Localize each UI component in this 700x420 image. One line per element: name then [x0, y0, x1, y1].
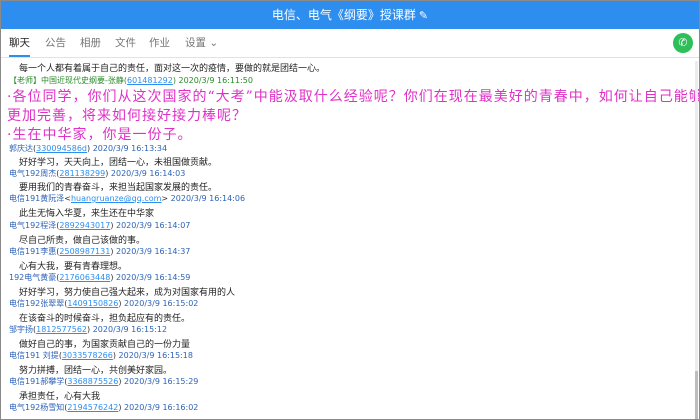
tab-chat[interactable]: 聊天: [9, 29, 30, 57]
sender-qq-link[interactable]: 2176063448: [59, 273, 110, 282]
message-text: 承担责任，心有大我: [19, 392, 101, 402]
message-text: 做好自己的事，为国家贡献自己的一份力量: [19, 340, 191, 350]
message-header: 电气192杨雪知(2194576242) 2020/3/9 16:16:02: [9, 403, 199, 412]
sender-qq-link[interactable]: 2892943017: [59, 221, 110, 230]
sender-qq-link[interactable]: 2508987131: [59, 247, 110, 256]
sender-qq-link[interactable]: 3033578266: [62, 351, 113, 360]
message-text: 好好学习，努力使自己强大起来，成为对国家有用的人: [19, 288, 236, 298]
message-time: 2020/3/9 16:14:37: [115, 247, 191, 256]
message-header: 郭庆达(330094586d) 2020/3/9 16:13:34: [9, 144, 168, 153]
tab-announcement[interactable]: 公告: [45, 29, 66, 57]
message-time: 2020/3/9 16:15:12: [92, 325, 168, 334]
sender-name: 电信192张翠翠: [9, 299, 65, 308]
sender-name: 郭庆达: [9, 144, 33, 153]
sender-name: 电气192程泽: [9, 221, 57, 230]
message-time: 2020/3/9 16:15:18: [118, 351, 193, 360]
chevron-down-icon: ⌄: [209, 37, 219, 49]
message-time: 2020/3/9 16:14:59: [115, 273, 191, 282]
message-text: 每一个人都有着属于自己的责任，面对这一次的疫情，要做的就是团结一心。: [19, 64, 326, 74]
handwritten-annotation-line-1: ·各位同学，你们从这次国家的“大考”中能汲取什么经验呢？你们在现在最美好的青春中…: [7, 89, 699, 105]
message-time: 2020/3/9 16:13:34: [92, 144, 168, 153]
sender-qq-link[interactable]: 1812577562: [36, 325, 87, 334]
sender-qq-link[interactable]: 1409150826: [67, 299, 118, 308]
sender-name: 电气192杨雪知: [9, 403, 65, 412]
sender-qq-link[interactable]: huangruanze@qq.com: [71, 194, 161, 203]
message-time: 2020/3/9 16:11:50: [178, 76, 253, 85]
message-header: 电气192程泽(2892943017) 2020/3/9 16:14:07: [9, 221, 191, 230]
message-text: 心有大我，要有青春理想。: [19, 262, 128, 272]
message-text: 好好学习，天天向上，团结一心，未祖国做贡献。: [19, 158, 218, 168]
message-text: 此生无悔入华夏，来生还在中华家: [19, 209, 155, 219]
tab-files[interactable]: 文件: [115, 29, 136, 57]
teacher-name: 【老师】中国近现代史纲要-张静: [9, 76, 124, 85]
tab-bar: 聊天 公告 相册 文件 作业 设置 ⌄ ✆: [1, 29, 699, 58]
message-header: 192电气黄豪(2176063448) 2020/3/9 16:14:59: [9, 273, 191, 282]
message-text: 尽自己所责，做自己该做的事。: [19, 236, 146, 246]
tab-album[interactable]: 相册: [80, 29, 101, 57]
sender-name: 电信191黄阮泽: [9, 194, 65, 203]
sender-qq-link[interactable]: 3368875526: [67, 377, 118, 386]
message-text: 在该奋斗的时候奋斗，担负起应有的责任。: [19, 314, 191, 324]
sender-qq-link[interactable]: 330094586d: [36, 144, 87, 153]
message-header: 电信191黄阮泽<huangruanze@qq.com> 2020/3/9 16…: [9, 194, 246, 203]
group-title: 电信、电气《纲要》授课群: [271, 8, 416, 22]
tab-settings[interactable]: 设置 ⌄: [185, 29, 218, 57]
sender-name: 电信191 刘提: [9, 351, 59, 360]
message-list[interactable]: 每一个人都有着属于自己的责任，面对这一次的疫情，要做的就是团结一心。 【老师】中…: [1, 58, 699, 419]
message-header: 电信192张翠翠(1409150826) 2020/3/9 16:15:02: [9, 299, 199, 308]
scrollbar-thumb[interactable]: [695, 371, 698, 419]
pencil-icon[interactable]: ✎: [419, 9, 428, 22]
message-time: 2020/3/9 16:14:03: [110, 169, 186, 178]
message-header-teacher: 【老师】中国近现代史纲要-张静(601481292) 2020/3/9 16:1…: [9, 76, 253, 85]
scrollbar[interactable]: [695, 61, 698, 419]
sender-name: 192电气黄豪: [9, 273, 57, 282]
message-header: 电信191 刘提(3033578266) 2020/3/9 16:15:18: [9, 351, 193, 360]
message-time: 2020/3/9 16:14:06: [170, 194, 246, 203]
message-time: 2020/3/9 16:15:02: [123, 299, 199, 308]
message-header: 电信191郝攀学(3368875526) 2020/3/9 16:15:29: [9, 377, 199, 386]
sender-qq-link[interactable]: 281138299: [59, 169, 105, 178]
message-time: 2020/3/9 16:14:07: [115, 221, 191, 230]
tab-settings-label: 设置: [185, 37, 206, 49]
phone-icon[interactable]: ✆: [673, 33, 693, 53]
message-header: 电信191李惠(2508987131) 2020/3/9 16:14:37: [9, 247, 191, 256]
window-title-bar: 电信、电气《纲要》授课群 ✎: [1, 1, 699, 29]
message-text: 要用我们的青春奋斗，来担当起国家发展的责任。: [19, 183, 218, 193]
tab-homework[interactable]: 作业: [149, 29, 170, 57]
sender-name: 电信191李惠: [9, 247, 57, 256]
message-time: 2020/3/9 16:15:29: [123, 377, 199, 386]
sender-qq-link[interactable]: 2194576242: [67, 403, 118, 412]
handwritten-annotation-line-3: ·生在中华家，你是一份子。: [7, 127, 193, 143]
message-header: 电气192周杰(281138299) 2020/3/9 16:14:03: [9, 169, 186, 178]
chat-window: 电信、电气《纲要》授课群 ✎ 聊天 公告 相册 文件 作业 设置 ⌄ ✆ 每一个人…: [0, 0, 700, 420]
sender-name: 电信191郝攀学: [9, 377, 65, 386]
sender-qq-link[interactable]: 601481292: [127, 76, 173, 85]
sender-name: 电气192周杰: [9, 169, 57, 178]
message-text: 努力拼搏，团结一心，共创美好家园。: [19, 366, 173, 376]
message-header: 邹宇扬(1812577562) 2020/3/9 16:15:12: [9, 325, 168, 334]
handwritten-annotation-line-2: 更加完善，将来如何接好接力棒呢？: [7, 108, 247, 124]
message-time: 2020/3/9 16:16:02: [123, 403, 199, 412]
sender-name: 邹宇扬: [9, 325, 33, 334]
